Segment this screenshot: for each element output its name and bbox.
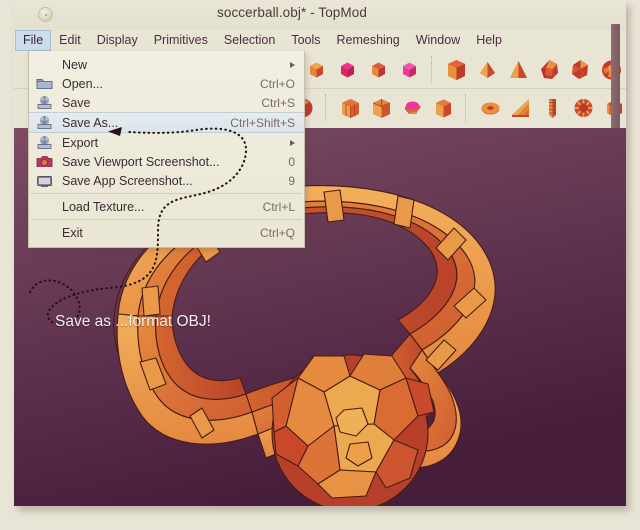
title-bar: soccerball.obj* - TopMod (14, 0, 626, 30)
menu-item-label: Open... (62, 76, 103, 91)
menu-item-label: Save Viewport Screenshot... (62, 154, 220, 169)
primitive-tetrahedron-icon[interactable] (504, 55, 533, 85)
toolbar-separator (325, 94, 329, 122)
menu-display[interactable]: Display (89, 30, 146, 51)
menu-item-shortcut: Ctrl+Q (259, 225, 295, 240)
menu-separator (31, 219, 302, 220)
file-dropdown-menu: New Open... Ctrl+O Save Ctrl+S Save As..… (28, 51, 305, 248)
monitor-icon (35, 172, 54, 189)
menu-item-shortcut: 0 (288, 154, 295, 169)
menu-item-label: New (62, 57, 88, 72)
camera-icon (35, 153, 54, 170)
menu-help[interactable]: Help (468, 30, 510, 51)
menu-item-new[interactable]: New (29, 55, 304, 74)
menu-edit[interactable]: Edit (51, 30, 89, 51)
menu-remeshing[interactable]: Remeshing (329, 30, 408, 51)
menu-item-exit[interactable]: Exit Ctrl+Q (29, 223, 304, 242)
menu-tools[interactable]: Tools (283, 30, 328, 51)
menu-item-label: Load Texture... (62, 199, 145, 214)
menu-item-shortcut: 9 (288, 173, 295, 188)
window-title: soccerball.obj* - TopMod (217, 5, 367, 20)
primitive-dodecahedron-icon[interactable] (535, 55, 564, 85)
viewport-scroll-strip[interactable] (611, 24, 620, 128)
menu-selection[interactable]: Selection (216, 30, 283, 51)
primitive-icosahedron-icon[interactable] (566, 55, 595, 85)
menu-separator (31, 193, 302, 194)
save-icon (35, 94, 54, 111)
primitive-column-icon[interactable] (538, 93, 567, 123)
menu-item-label: Save App Screenshot... (62, 173, 193, 188)
folder-icon (35, 75, 54, 92)
menu-item-label: Save As... (62, 115, 119, 130)
menu-item-save-as[interactable]: Save As... Ctrl+Shift+S (29, 112, 304, 133)
primitive-cube-orange-icon[interactable] (302, 55, 331, 85)
menu-item-save-viewport-screenshot[interactable]: Save Viewport Screenshot... 0 (29, 152, 304, 171)
primitive-torus-icon[interactable] (476, 93, 505, 123)
toolbar-separator (465, 94, 469, 122)
primitive-wedge-icon[interactable] (507, 93, 536, 123)
menu-item-shortcut: Ctrl+Shift+S (230, 115, 295, 130)
primitive-cube-magenta-icon[interactable] (333, 55, 362, 85)
menu-item-shortcut: Ctrl+L (262, 199, 295, 214)
primitive-cube-subdivided-icon[interactable] (336, 93, 365, 123)
menu-item-label: Save (62, 95, 91, 110)
application-window: soccerball.obj* - TopMod File Edit Displ… (14, 0, 626, 506)
menu-item-save-app-screenshot[interactable]: Save App Screenshot... 9 (29, 171, 304, 190)
menu-bar: File Edit Display Primitives Selection T… (14, 30, 626, 51)
menu-item-shortcut: Ctrl+O (259, 76, 295, 91)
menu-item-shortcut: Ctrl+S (261, 95, 295, 110)
submenu-arrow-icon (290, 139, 295, 146)
primitive-octahedron-icon[interactable] (473, 55, 502, 85)
menu-item-save[interactable]: Save Ctrl+S (29, 93, 304, 112)
screenshot-root: soccerball.obj* - TopMod File Edit Displ… (0, 0, 640, 530)
menu-primitives[interactable]: Primitives (146, 30, 216, 51)
menu-item-export[interactable]: Export (29, 133, 304, 152)
primitive-dome-icon[interactable] (398, 93, 427, 123)
menu-item-label: Exit (62, 225, 83, 240)
submenu-arrow-icon (290, 61, 295, 68)
primitive-cube-triangulated-icon[interactable] (367, 93, 396, 123)
menu-file[interactable]: File (15, 30, 52, 51)
primitive-hexahedron-icon[interactable] (442, 55, 471, 85)
menu-item-load-texture[interactable]: Load Texture... Ctrl+L (29, 197, 304, 216)
primitive-cube-pink-icon[interactable] (395, 55, 424, 85)
menu-item-open[interactable]: Open... Ctrl+O (29, 74, 304, 93)
toolbar-separator (431, 55, 435, 84)
save-as-icon (35, 114, 54, 131)
primitive-cube-red-icon[interactable] (364, 55, 393, 85)
export-icon (35, 134, 54, 151)
menu-window[interactable]: Window (408, 30, 468, 51)
menu-item-label: Export (62, 135, 99, 150)
primitive-spiral-icon[interactable] (569, 93, 598, 123)
primitive-box-icon[interactable] (429, 93, 458, 123)
